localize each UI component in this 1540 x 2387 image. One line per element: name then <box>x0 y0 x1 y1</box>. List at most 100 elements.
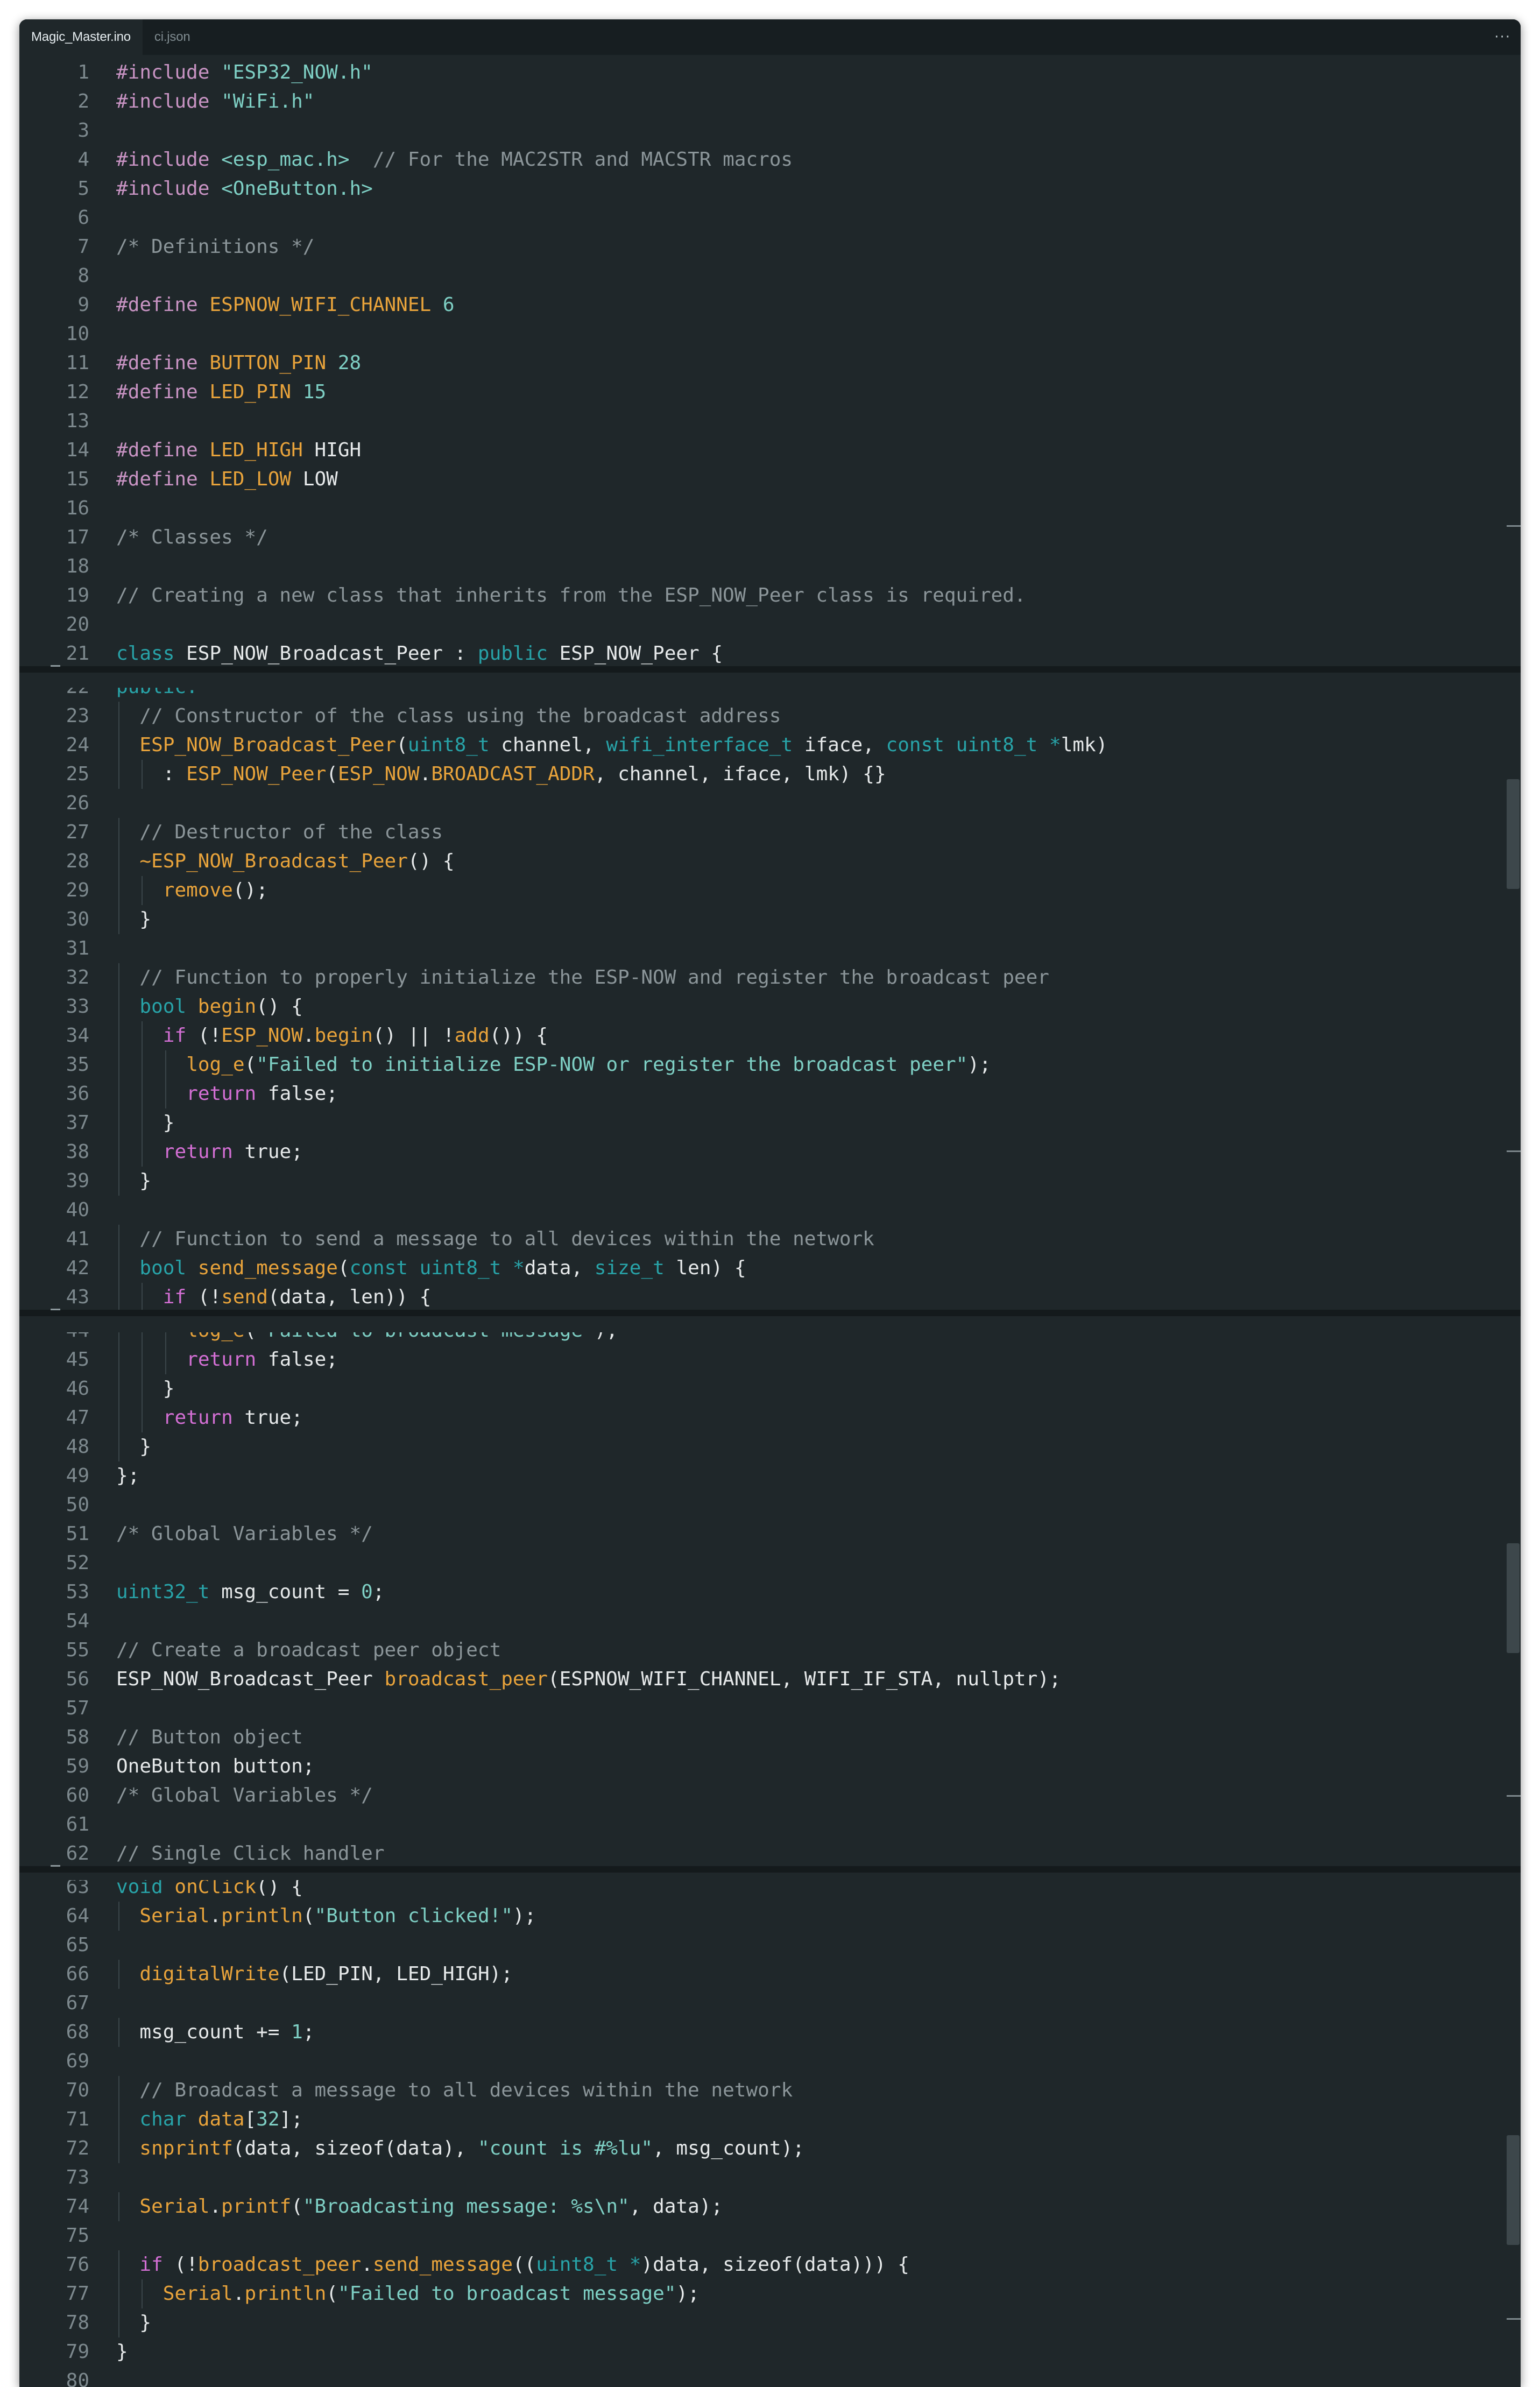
tab-magic-master[interactable]: Magic_Master.ino <box>19 19 143 55</box>
more-options-icon[interactable]: ··· <box>1494 19 1511 55</box>
code-line[interactable]: 69 <box>19 2047 1504 2076</box>
code-line[interactable]: 22 public: <box>19 688 1504 702</box>
code-line[interactable]: 48} <box>19 1432 1504 1461</box>
code-token: data <box>197 2108 245 2130</box>
code-line[interactable]: 7 /* Definitions */ <box>19 232 1504 262</box>
code-line[interactable]: 55 // Create a broadcast peer object <box>19 1636 1504 1665</box>
code-line[interactable]: 24 ESP_NOW_Broadcast_Peer(uint8_t channel… <box>19 731 1504 760</box>
code-line[interactable]: 20 <box>19 610 1504 639</box>
code-line[interactable]: 53 uint32_t msg_count = 0; <box>19 1578 1504 1607</box>
code-line[interactable]: 76 if (!broadcast_peer.send_message((uint… <box>19 2250 1504 2279</box>
line-number: 63 <box>66 1880 89 1898</box>
code-line[interactable]: 45 return false; <box>19 1345 1504 1374</box>
code-line[interactable]: 70 // Broadcast a message to all devices … <box>19 2076 1504 2105</box>
code-line[interactable]: 66 digitalWrite(LED_PIN, LED_HIGH); <box>19 1960 1504 1989</box>
code-line[interactable]: 16 <box>19 494 1504 523</box>
code-line[interactable]: 17 /* Classes */ <box>19 523 1504 552</box>
line-number: 23 <box>66 705 89 727</box>
code-line[interactable]: 39} <box>19 1167 1504 1196</box>
code-line[interactable]: 62 // Single Click handler <box>19 1839 1504 1868</box>
code-line[interactable]: 40 <box>19 1196 1504 1225</box>
code-token: OneButton button; <box>116 1755 315 1777</box>
code-line[interactable]: 21 class ESP_NOW_Broadcast_Peer : public … <box>19 639 1504 668</box>
code-line[interactable]: 30} <box>19 905 1504 934</box>
code-line[interactable]: 74 Serial.printf("Broadcasting message: %… <box>19 2192 1504 2221</box>
scrollbar-thumb[interactable] <box>1507 779 1520 889</box>
code-token: begin <box>197 995 257 1018</box>
code-line[interactable]: 34 if (!ESP_NOW.begin() || !add()) { <box>19 1021 1504 1050</box>
code-line[interactable]: 3 <box>19 116 1504 145</box>
code-line[interactable]: 42 bool send_message(const uint8_t *data,… <box>19 1254 1504 1283</box>
code-editor[interactable]: 1 #include "ESP32_NOW.h" 2 #include "WiFi.h… <box>19 58 1521 2387</box>
code-text: #define BUTTON_PIN 28 <box>116 349 361 378</box>
code-line[interactable]: 2 #include "WiFi.h" <box>19 87 1504 116</box>
code-line[interactable]: 1 #include "ESP32_NOW.h" <box>19 58 1504 87</box>
code-line[interactable]: 26 <box>19 789 1504 818</box>
code-line[interactable]: 67 <box>19 1989 1504 2018</box>
code-line[interactable]: 77 Serial.println("Failed to broadcast me… <box>19 2279 1504 2308</box>
code-line[interactable]: 29 remove(); <box>19 876 1504 905</box>
tab-ci-json[interactable]: ci.json <box>143 19 202 55</box>
code-line[interactable]: 5 #include <OneButton.h> <box>19 174 1504 203</box>
code-line[interactable]: 75 <box>19 2221 1504 2250</box>
code-line[interactable]: 78} <box>19 2308 1504 2337</box>
code-line[interactable]: 65 <box>19 1931 1504 1960</box>
code-line[interactable]: 6 <box>19 203 1504 232</box>
code-token: len) { <box>664 1257 746 1279</box>
code-line[interactable]: 54 <box>19 1607 1504 1636</box>
code-text: } <box>139 1167 151 1196</box>
code-line[interactable]: 44 log_e("Failed to broadcast message"); <box>19 1332 1504 1345</box>
code-line[interactable]: 49}; <box>19 1461 1504 1491</box>
code-line[interactable]: 60 /* Global Variables */ <box>19 1781 1504 1810</box>
code-line[interactable]: 61 <box>19 1810 1504 1839</box>
code-line[interactable]: 33 bool begin() { <box>19 992 1504 1021</box>
code-line[interactable]: 80 <box>19 2367 1504 2387</box>
line-number: 29 <box>66 879 89 901</box>
code-line[interactable]: 15 #define LED_LOW LOW <box>19 465 1504 494</box>
line-number: 17 <box>66 526 89 548</box>
code-line[interactable]: 50 <box>19 1491 1504 1520</box>
scrollbar-thumb[interactable] <box>1507 1543 1520 1653</box>
code-line[interactable]: 52 <box>19 1549 1504 1578</box>
code-line[interactable]: 41 // Function to send a message to all d… <box>19 1225 1504 1254</box>
code-line[interactable]: 8 <box>19 262 1504 291</box>
code-line[interactable]: 36 return false; <box>19 1079 1504 1108</box>
code-line[interactable]: 43 if (!send(data, len)) { <box>19 1283 1504 1312</box>
code-line[interactable]: 68 msg_count += 1; <box>19 2018 1504 2047</box>
code-line[interactable]: 51 /* Global Variables */ <box>19 1520 1504 1549</box>
code-line[interactable]: 4 #include <esp_mac.h> // For the MAC2STR… <box>19 145 1504 174</box>
code-line[interactable]: 58 // Button object <box>19 1723 1504 1752</box>
code-line[interactable]: 13 <box>19 407 1504 436</box>
code-line[interactable]: 28 ~ESP_NOW_Broadcast_Peer() { <box>19 847 1504 876</box>
code-line[interactable]: 47 return true; <box>19 1403 1504 1432</box>
code-line[interactable]: 32 // Function to properly initialize the… <box>19 963 1504 992</box>
code-line[interactable]: 73 <box>19 2163 1504 2192</box>
code-line[interactable]: 27 // Destructor of the class <box>19 818 1504 847</box>
code-line[interactable]: 14 #define LED_HIGH HIGH <box>19 436 1504 465</box>
code-line[interactable]: 64 Serial.println("Button clicked!"); <box>19 1902 1504 1931</box>
code-line[interactable]: 31 <box>19 934 1504 963</box>
code-line[interactable]: 56 ESP_NOW_Broadcast_Peer broadcast_peer(… <box>19 1665 1504 1694</box>
code-line[interactable]: 11 #define BUTTON_PIN 28 <box>19 349 1504 378</box>
code-line[interactable]: 72 snprintf(data, sizeof(data), "count is… <box>19 2134 1504 2163</box>
code-line[interactable]: 57 <box>19 1694 1504 1723</box>
code-line[interactable]: 59 OneButton button; <box>19 1752 1504 1781</box>
code-line[interactable]: 9 #define ESPNOW_WIFI_CHANNEL 6 <box>19 291 1504 320</box>
code-line[interactable]: 12 #define LED_PIN 15 <box>19 378 1504 407</box>
code-line[interactable]: 10 <box>19 320 1504 349</box>
code-line[interactable]: 38 return true; <box>19 1138 1504 1167</box>
code-line[interactable]: 35 log_e("Failed to initialize ESP-NOW or… <box>19 1050 1504 1079</box>
scrollbar-thumb[interactable] <box>1507 2135 1520 2245</box>
code-line[interactable]: 63 void onClick() { <box>19 1880 1504 1902</box>
code-line[interactable]: 23 // Constructor of the class using the … <box>19 702 1504 731</box>
code-line[interactable]: 71 char data[32]; <box>19 2105 1504 2134</box>
code-line[interactable]: 46} <box>19 1374 1504 1403</box>
code-line[interactable]: 25: ESP_NOW_Peer(ESP_NOW.BROADCAST_ADDR,… <box>19 760 1504 789</box>
code-token: /* Definitions */ <box>116 236 315 258</box>
code-text: } <box>163 1108 175 1138</box>
code-line[interactable]: 79} <box>19 2337 1504 2367</box>
code-line[interactable]: 19 // Creating a new class that inherits … <box>19 581 1504 610</box>
code-line[interactable]: 37} <box>19 1108 1504 1138</box>
code-line[interactable]: 18 <box>19 552 1504 581</box>
